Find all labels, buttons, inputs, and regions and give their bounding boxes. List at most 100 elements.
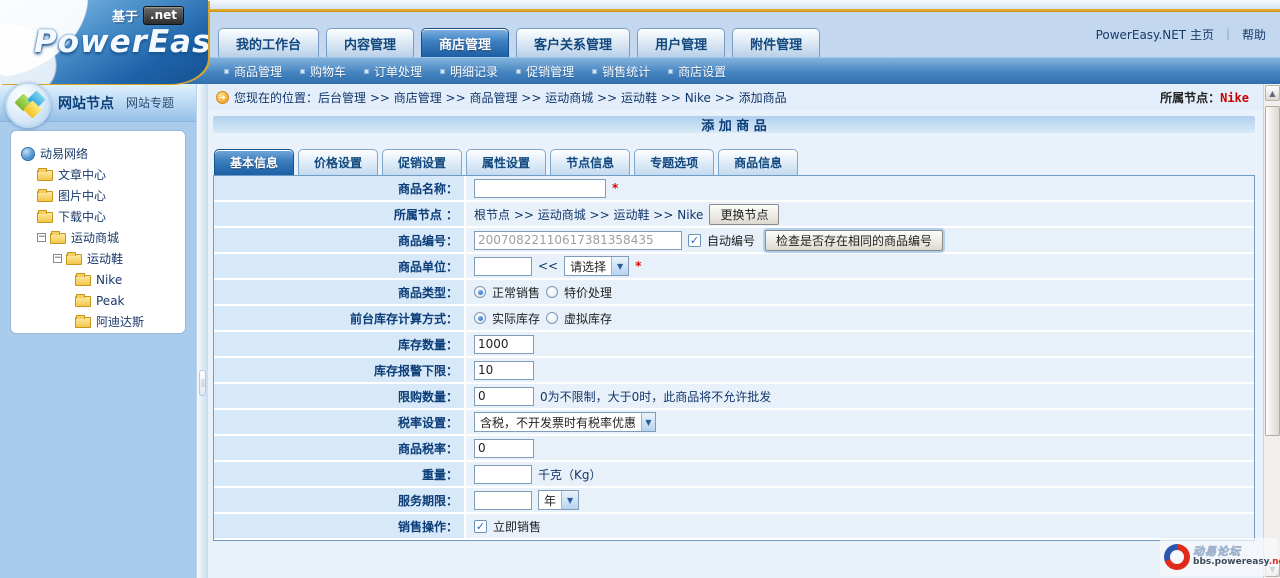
unit-select[interactable]: 请选择▼ — [564, 256, 629, 276]
tree-node-announcement[interactable]: 公告 — [19, 332, 179, 334]
scroll-up-icon[interactable]: ▲ — [1265, 85, 1280, 101]
check-duplicate-number-button[interactable]: 检查是否存在相同的商品编号 — [765, 230, 943, 251]
tab-node-info[interactable]: 节点信息 — [550, 149, 630, 175]
vertical-scrollbar[interactable]: ▲ ▼ — [1263, 84, 1280, 578]
submenu-detail-records[interactable]: 明细记录 — [440, 63, 498, 80]
folder-icon — [37, 191, 53, 202]
submenu-shop-settings[interactable]: 商店设置 — [668, 63, 726, 80]
stock-alert-input[interactable] — [474, 361, 534, 380]
submenu-goods-mgmt[interactable]: 商品管理 — [224, 63, 282, 80]
virtual-stock-label: 虚拟库存 — [564, 310, 612, 327]
help-link[interactable]: 帮助 — [1242, 28, 1266, 42]
field-label: 销售操作： — [214, 514, 466, 538]
submenu-cart[interactable]: 购物车 — [300, 63, 346, 80]
breadcrumb: ➔ 您现在的位置：后台管理 >> 商店管理 >> 商品管理 >> 运动商城 >>… — [208, 84, 1263, 110]
page-title: 添 加 商 品 — [701, 115, 767, 134]
powereasy-home-link[interactable]: PowerEasy.NET 主页 — [1096, 28, 1214, 42]
based-on-net: 基于 .net — [112, 6, 184, 25]
form-row-product-number: 商品编号： ✓ 自动编号 检查是否存在相同的商品编号 — [214, 228, 1254, 254]
change-node-button[interactable]: 更换节点 — [709, 204, 779, 225]
current-node-value: Nike — [1220, 91, 1249, 105]
tab-my-workbench[interactable]: 我的工作台 — [218, 28, 319, 57]
page-title-bar: 添 加 商 品 — [213, 116, 1255, 133]
tab-site-nodes[interactable]: 网站节点 — [58, 93, 114, 113]
tree-node-sport-shoes[interactable]: −运动鞋 — [19, 248, 179, 269]
actual-stock-radio[interactable] — [474, 312, 486, 324]
tree-node-article-center[interactable]: 文章中心 — [19, 164, 179, 185]
tree-node-image-center[interactable]: 图片中心 — [19, 185, 179, 206]
breadcrumb-text: 您现在的位置：后台管理 >> 商店管理 >> 商品管理 >> 运动商城 >> 运… — [234, 89, 787, 106]
tree-node-sport-mall[interactable]: −运动商城 — [19, 227, 179, 248]
scrollbar-thumb[interactable] — [1265, 106, 1280, 436]
virtual-stock-radio[interactable] — [546, 312, 558, 324]
weight-input[interactable] — [474, 465, 532, 484]
submenu-promotion-mgmt[interactable]: 促销管理 — [516, 63, 574, 80]
collapse-icon[interactable]: − — [53, 254, 62, 263]
purchase-limit-input[interactable] — [474, 387, 534, 406]
field-label: 商品编号： — [214, 228, 466, 252]
location-arrow-icon: ➔ — [216, 91, 229, 104]
chevron-down-icon: ▼ — [561, 491, 578, 509]
form-row-product-type: 商品类型： 正常销售 特价处理 — [214, 280, 1254, 306]
field-label: 商品税率： — [214, 436, 466, 460]
tab-shop-mgmt[interactable]: 商店管理 — [421, 28, 509, 57]
tree-node-download-center[interactable]: 下载中心 — [19, 206, 179, 227]
product-unit-input[interactable] — [474, 257, 532, 276]
current-node: 所属节点：Nike — [1160, 89, 1249, 106]
stock-quantity-input[interactable] — [474, 335, 534, 354]
service-period-input[interactable] — [474, 491, 532, 510]
special-price-radio[interactable] — [546, 286, 558, 298]
bullet-icon — [668, 69, 673, 74]
submenu-order-processing[interactable]: 订单处理 — [364, 63, 422, 80]
site-node-tree: 动易网络 文章中心 图片中心 下载中心 −运动商城 −运动鞋 Nike Peak… — [10, 130, 186, 334]
field-label: 所属节点 ： — [214, 202, 466, 226]
tab-crm[interactable]: 客户关系管理 — [516, 28, 630, 57]
form-row-sale-operation: 销售操作： ✓ 立即销售 — [214, 514, 1254, 540]
tab-attachment-mgmt[interactable]: 附件管理 — [732, 28, 820, 57]
tax-rate-input[interactable] — [474, 439, 534, 458]
folder-icon — [75, 296, 91, 307]
auto-number-checkbox[interactable]: ✓ — [688, 234, 701, 247]
form-row-parent-node: 所属节点 ： 根节点 >> 运动商城 >> 运动鞋 >> Nike 更换节点 — [214, 202, 1254, 228]
tab-attribute-settings[interactable]: 属性设置 — [466, 149, 546, 175]
tree-node-nike[interactable]: Nike — [19, 269, 179, 290]
field-label: 商品类型： — [214, 280, 466, 304]
tab-price-settings[interactable]: 价格设置 — [298, 149, 378, 175]
folder-icon — [37, 170, 53, 181]
tab-promo-settings[interactable]: 促销设置 — [382, 149, 462, 175]
logo[interactable]: 基于 .net PowerEasy® — [0, 0, 208, 84]
form-row-weight: 重量： 千克（Kg） — [214, 462, 1254, 488]
folder-open-icon — [50, 233, 66, 244]
tab-user-mgmt[interactable]: 用户管理 — [637, 28, 725, 57]
sell-now-checkbox[interactable]: ✓ — [474, 520, 487, 533]
bullet-icon — [440, 69, 445, 74]
required-mark: * — [612, 181, 618, 195]
tab-site-topics[interactable]: 网站专题 — [126, 94, 174, 111]
bullet-icon — [592, 69, 597, 74]
product-name-input[interactable] — [474, 179, 606, 198]
service-period-unit-select[interactable]: 年▼ — [538, 490, 579, 510]
submenu-sales-stats[interactable]: 销售统计 — [592, 63, 650, 80]
tab-product-info[interactable]: 商品信息 — [718, 149, 798, 175]
normal-sale-radio[interactable] — [474, 286, 486, 298]
weight-unit-label: 千克（Kg） — [538, 466, 602, 483]
collapse-icon[interactable]: − — [37, 233, 46, 242]
splitter-grip-icon[interactable]: ⣿ — [199, 370, 206, 396]
tab-basic-info[interactable]: 基本信息 — [214, 149, 294, 175]
product-number-input[interactable] — [474, 231, 682, 250]
link-separator: ｜ — [1222, 28, 1234, 42]
field-label: 限购数量： — [214, 384, 466, 408]
field-label: 服务期限： — [214, 488, 466, 512]
form-row-product-name: 商品名称： * — [214, 176, 1254, 202]
tab-content-mgmt[interactable]: 内容管理 — [326, 28, 414, 57]
folder-icon — [75, 317, 91, 328]
tax-setting-select[interactable]: 含税，不开发票时有税率优惠▼ — [474, 412, 656, 432]
tree-node-root[interactable]: 动易网络 — [19, 143, 179, 164]
tree-node-adidas[interactable]: 阿迪达斯 — [19, 311, 179, 332]
tab-topic-options[interactable]: 专题选项 — [634, 149, 714, 175]
folder-icon — [37, 212, 53, 223]
bullet-icon — [516, 69, 521, 74]
cubes-badge-icon — [5, 82, 51, 128]
tree-node-peak[interactable]: Peak — [19, 290, 179, 311]
sidebar-splitter[interactable]: ⣿ — [196, 84, 208, 578]
